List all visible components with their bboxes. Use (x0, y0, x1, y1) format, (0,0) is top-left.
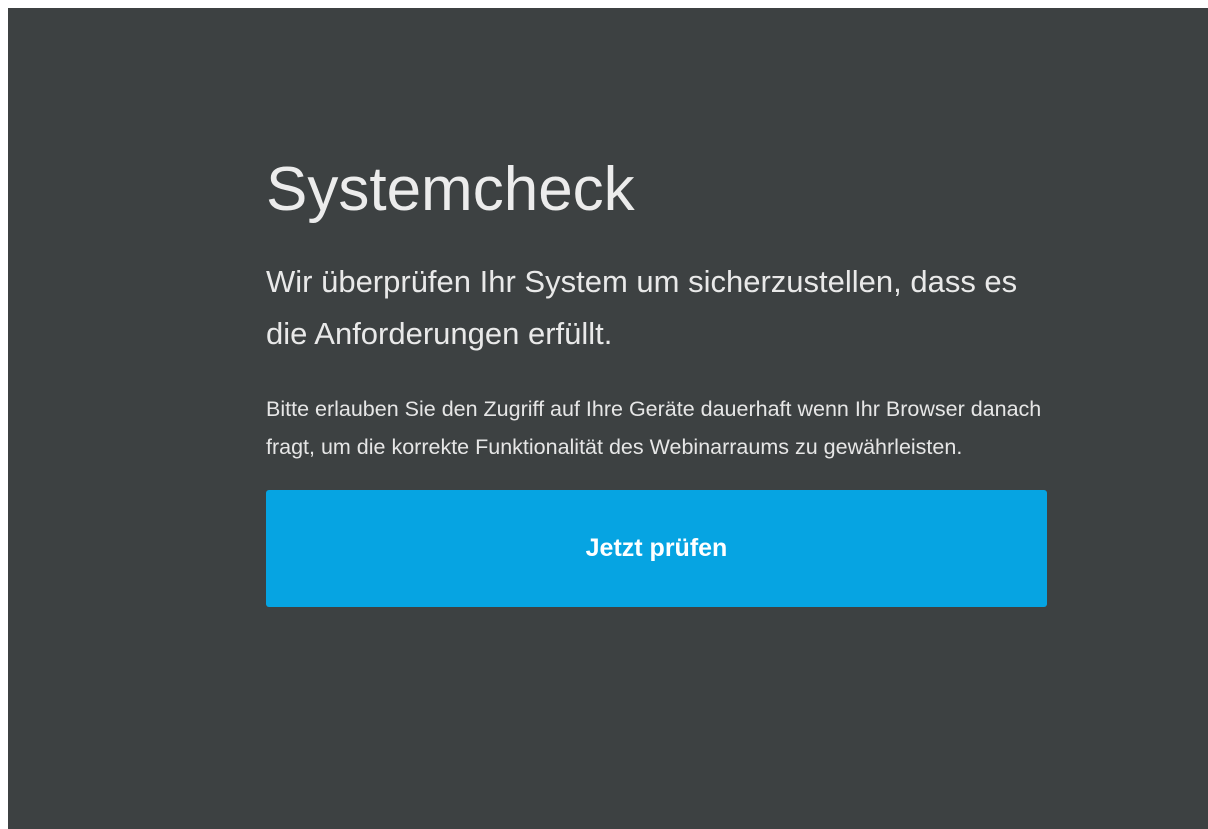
systemcheck-panel: Systemcheck Wir überprüfen Ihr System um… (8, 8, 1208, 829)
page-title: Systemcheck (266, 155, 635, 224)
systemcheck-content: Systemcheck Wir überprüfen Ihr System um… (266, 148, 1056, 607)
subtitle: Wir überprüfen Ihr System um sicherzuste… (266, 264, 1018, 351)
check-now-button[interactable]: Jetzt prüfen (266, 490, 1047, 607)
permission-instructions: Bitte erlauben Sie den Zugriff auf Ihre … (266, 397, 1042, 459)
